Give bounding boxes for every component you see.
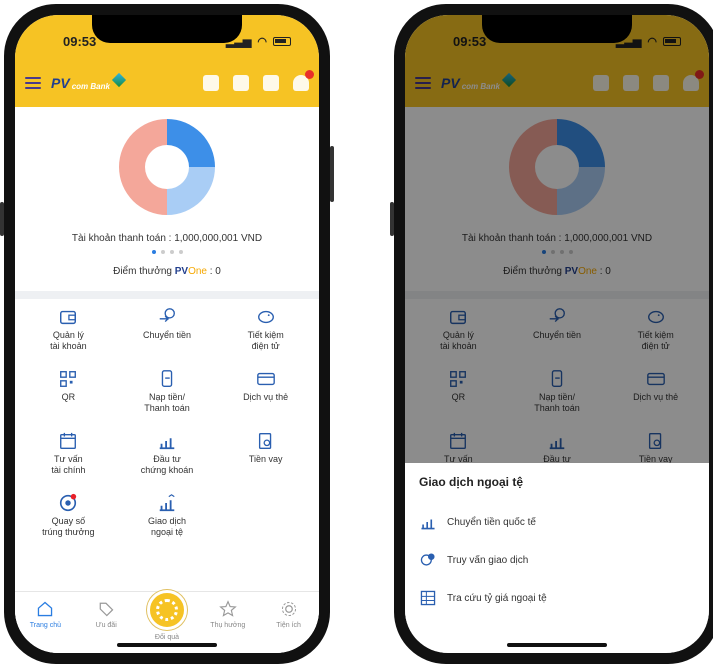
nav-item-tag[interactable]: Ưu đãi xyxy=(79,600,133,629)
carousel-dots xyxy=(15,250,319,254)
battery-icon xyxy=(273,36,291,46)
calendar-icon xyxy=(57,431,79,451)
menu-item[interactable]: Nạp tiền/ Thanh toán xyxy=(118,369,217,425)
notification-badge xyxy=(305,70,314,79)
forex-bottom-sheet: Giao dịch ngoại tệ Chuyển tiền quốc tế Tr… xyxy=(405,463,709,653)
home-icon xyxy=(36,600,54,618)
transfer-icon xyxy=(156,307,178,327)
query-icon xyxy=(419,551,437,569)
sheet-list: Chuyển tiền quốc tế Truy vấn giao dịch Tra… xyxy=(419,503,695,617)
donut-segment-blue xyxy=(167,119,215,167)
phone-left: 09:53 ▂▃▅ ◠ PV com Bank Tài khoản thanh … xyxy=(0,4,334,664)
brand-logo: PV com Bank xyxy=(51,72,126,91)
menu-item-label: Đầu tư chứng khoán xyxy=(140,454,194,475)
wifi-icon: ◠ xyxy=(257,35,267,48)
notch xyxy=(92,15,242,43)
home-indicator xyxy=(507,643,607,647)
notch xyxy=(482,15,632,43)
invest-icon xyxy=(156,431,178,451)
phone-right: 09:53 ▂▃▅ ◠ PV com Bank Tài khoản thanh … xyxy=(390,4,713,664)
menu-item[interactable]: Dịch vụ thẻ xyxy=(216,369,315,425)
nav-item-star[interactable]: Thụ hưởng xyxy=(201,600,255,629)
nav-label: Ưu đãi xyxy=(95,622,117,629)
home-indicator xyxy=(117,643,217,647)
menu-item-label: Giao dịch ngoại tệ xyxy=(147,516,186,537)
nav-label: Tiện ích xyxy=(276,622,301,629)
nav-label: Trang chủ xyxy=(29,622,62,629)
sheet-item[interactable]: Truy vấn giao dịch xyxy=(419,541,695,579)
menu-item-label: Tư vấn tài chính xyxy=(51,454,86,475)
nav-item-gift[interactable]: Đổi quà xyxy=(140,590,194,641)
nav-item-gear[interactable]: Tiện ích xyxy=(262,600,316,629)
kite-icon xyxy=(111,72,126,88)
status-time: 09:53 xyxy=(63,33,97,49)
menu-item-label: QR xyxy=(61,392,76,402)
loan-icon xyxy=(255,431,277,451)
menu-item-label: Tiền vay xyxy=(248,454,283,464)
chat-icon[interactable] xyxy=(203,75,219,91)
points-value: : 0 xyxy=(209,266,221,277)
star-icon xyxy=(218,600,237,618)
home-content: Tài khoản thanh toán : 1,000,000,001 VND… xyxy=(15,107,319,653)
menu-item-label: Chuyển tiền xyxy=(142,330,192,340)
piggy-bank-icon xyxy=(255,307,277,327)
nav-item-home[interactable]: Trang chủ xyxy=(18,600,72,629)
sheet-item[interactable]: Chuyển tiền quốc tế xyxy=(419,503,695,541)
menu-item[interactable]: Tiết kiệm điện tử xyxy=(216,307,315,363)
calendar-app-icon[interactable] xyxy=(263,75,279,91)
brand-sub: com Bank xyxy=(71,82,110,91)
tag-icon xyxy=(97,600,115,618)
menu-item[interactable]: Quản lý tài khoản xyxy=(19,307,118,363)
menu-item-label: Tiết kiệm điện tử xyxy=(247,330,284,351)
menu-item[interactable]: Tư vấn tài chính xyxy=(19,431,118,487)
feature-grid: Quản lý tài khoản Chuyển tiền Tiết kiệm đi… xyxy=(15,299,319,549)
donut-segment-salmon xyxy=(119,119,167,215)
menu-item[interactable]: Đầu tư chứng khoán xyxy=(118,431,217,487)
screen-home: 09:53 ▂▃▅ ◠ PV com Bank Tài khoản thanh … xyxy=(15,15,319,653)
intl-transfer-icon xyxy=(419,513,437,531)
menu-item-label: Quản lý tài khoản xyxy=(50,330,87,351)
points-one: One xyxy=(188,266,207,277)
menu-icon[interactable] xyxy=(25,77,41,89)
balance-donut-chart[interactable] xyxy=(117,117,217,217)
gift-icon xyxy=(146,590,187,630)
points-pv: PV xyxy=(174,266,189,277)
nav-label: Đổi quà xyxy=(154,634,180,641)
donut-segment-light-blue xyxy=(167,167,215,215)
wallet-icon xyxy=(57,307,79,327)
forex-icon xyxy=(156,493,178,513)
screen-forex-sheet: 09:53 ▂▃▅ ◠ PV com Bank Tài khoản thanh … xyxy=(405,15,709,653)
nav-label: Thụ hưởng xyxy=(210,622,246,629)
lottery-icon xyxy=(57,493,79,513)
sheet-item-label: Truy vấn giao dịch xyxy=(447,554,529,566)
menu-item[interactable]: Chuyển tiền xyxy=(118,307,217,363)
bell-icon[interactable] xyxy=(293,70,314,91)
points-label: Điểm thưởng xyxy=(113,266,172,277)
menu-item[interactable]: QR xyxy=(19,369,118,425)
exchange-rate-icon xyxy=(419,589,437,607)
menu-item-label: Quay số trúng thưởng xyxy=(42,516,95,537)
gear-icon xyxy=(280,600,298,618)
brand-name: PV xyxy=(51,75,70,91)
topup-icon xyxy=(156,369,178,389)
menu-item[interactable]: Quay số trúng thưởng xyxy=(19,493,118,549)
menu-item-label: Dịch vụ thẻ xyxy=(243,392,289,402)
sheet-title: Giao dịch ngoại tệ xyxy=(419,475,524,489)
card-icon xyxy=(255,369,277,389)
app-bar: PV com Bank xyxy=(15,59,319,107)
phone-call-icon[interactable] xyxy=(233,75,249,91)
menu-item-label: Nạp tiền/ Thanh toán xyxy=(144,392,190,413)
sheet-item-label: Chuyển tiền quốc tế xyxy=(447,516,536,528)
account-balance[interactable]: Tài khoản thanh toán : 1,000,000,001 VND xyxy=(15,233,319,244)
qr-icon xyxy=(57,369,79,389)
reward-points: Điểm thưởng PVOne : 0 xyxy=(15,266,319,277)
menu-item[interactable]: Giao dịch ngoại tệ xyxy=(118,493,217,549)
sheet-item[interactable]: Tra cứu tỷ giá ngoại tệ xyxy=(419,579,695,617)
sheet-item-label: Tra cứu tỷ giá ngoại tệ xyxy=(447,592,547,604)
menu-item[interactable]: Tiền vay xyxy=(216,431,315,487)
